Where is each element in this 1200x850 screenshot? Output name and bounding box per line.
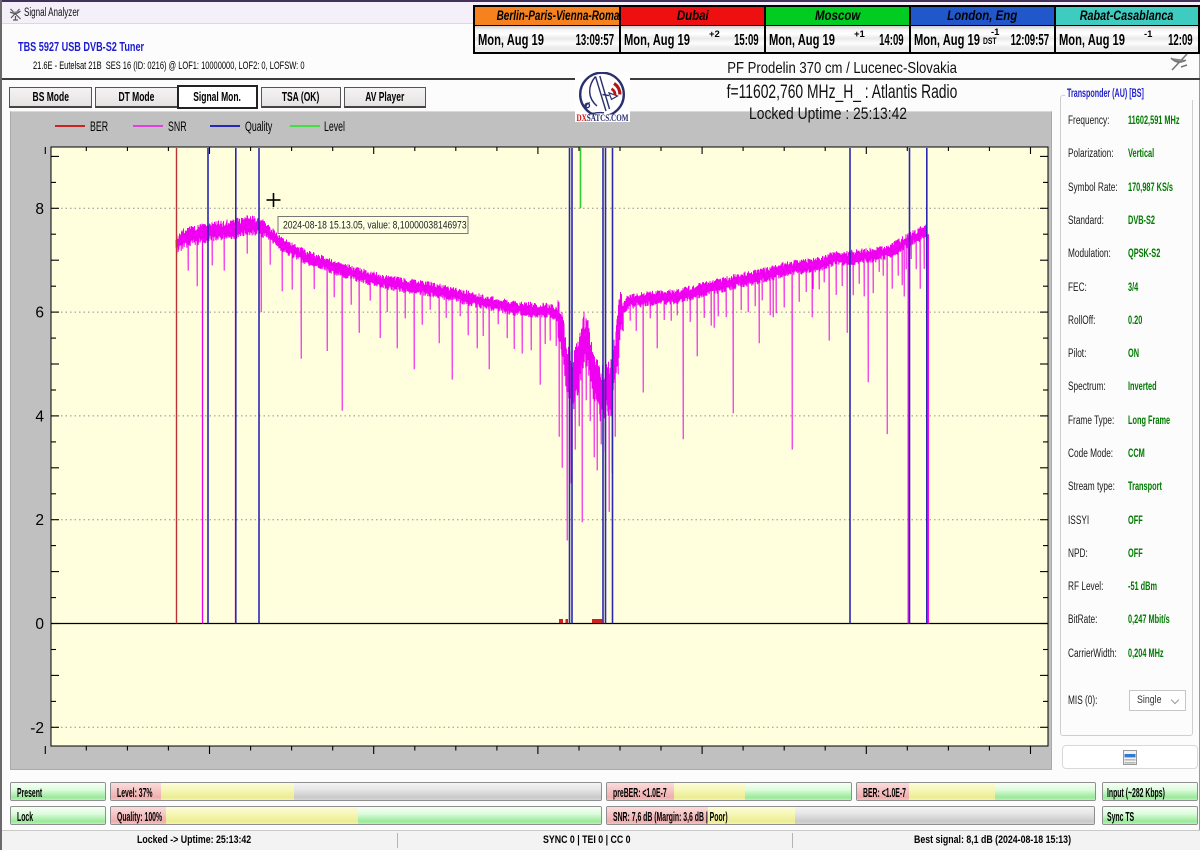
svg-text:6: 6 bbox=[35, 305, 44, 322]
svg-text:DXSATCS.COM: DXSATCS.COM bbox=[577, 113, 629, 122]
svg-text:2: 2 bbox=[35, 512, 44, 529]
svg-text:-2: -2 bbox=[30, 720, 44, 737]
svg-text:0: 0 bbox=[35, 616, 44, 633]
svg-text:4: 4 bbox=[35, 408, 44, 425]
svg-text:8: 8 bbox=[35, 201, 44, 218]
svg-text:2024-08-18 15.13.05, value: 8,: 2024-08-18 15.13.05, value: 8,1000003814… bbox=[283, 220, 467, 232]
